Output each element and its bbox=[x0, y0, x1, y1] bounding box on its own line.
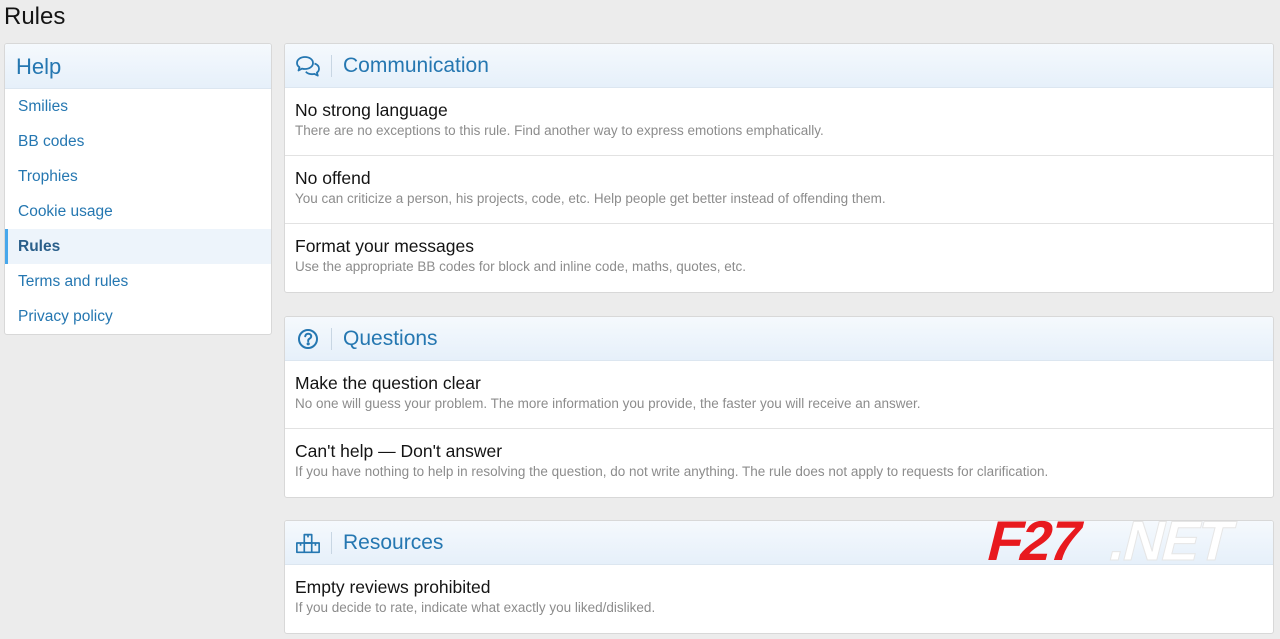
rule-title: No strong language bbox=[295, 100, 448, 120]
rule-description: You can criticize a person, his projects… bbox=[295, 191, 886, 206]
rule-item: Empty reviews prohibited If you decide t… bbox=[285, 565, 1273, 633]
boxes-icon bbox=[295, 530, 321, 556]
rule-item: Make the question clear No one will gues… bbox=[285, 361, 1273, 429]
rule-title: Empty reviews prohibited bbox=[295, 577, 491, 597]
rule-description: If you have nothing to help in resolving… bbox=[295, 464, 1049, 479]
rule-description: If you decide to rate, indicate what exa… bbox=[295, 600, 656, 615]
rule-item: Can't help — Don't answer If you have no… bbox=[285, 429, 1273, 497]
page-title: Rules bbox=[4, 3, 66, 30]
communication-section: Communication No strong language There a… bbox=[284, 43, 1274, 293]
sidebar-header[interactable]: Help bbox=[5, 44, 271, 89]
comments-icon bbox=[295, 53, 321, 79]
header-divider bbox=[331, 54, 332, 77]
section-header: Questions bbox=[285, 317, 1273, 361]
section-title: Resources bbox=[343, 530, 444, 554]
header-divider bbox=[331, 531, 332, 554]
rule-description: No one will guess your problem. The more… bbox=[295, 396, 921, 411]
svg-text:.NET: .NET bbox=[1103, 514, 1240, 566]
rule-item: Format your messages Use the appropriate… bbox=[285, 224, 1273, 292]
sidebar-item-rules[interactable]: Rules bbox=[5, 229, 271, 264]
svg-text:F27: F27 bbox=[981, 514, 1087, 566]
header-divider bbox=[331, 327, 332, 350]
sidebar-item-cookie-usage[interactable]: Cookie usage bbox=[5, 194, 271, 229]
rule-description: There are no exceptions to this rule. Fi… bbox=[295, 123, 824, 138]
rule-title: Make the question clear bbox=[295, 373, 481, 393]
rule-title: Format your messages bbox=[295, 236, 474, 256]
help-sidebar: Help Smilies BB codes Trophies Cookie us… bbox=[4, 43, 272, 335]
sidebar-item-smilies[interactable]: Smilies bbox=[5, 89, 271, 124]
question-circle-icon bbox=[295, 326, 321, 352]
rule-description: Use the appropriate BB codes for block a… bbox=[295, 259, 747, 274]
sidebar-item-privacy-policy[interactable]: Privacy policy bbox=[5, 299, 271, 334]
questions-section: Questions Make the question clear No one… bbox=[284, 316, 1274, 498]
rule-title: No offend bbox=[295, 168, 371, 188]
section-title: Communication bbox=[343, 53, 489, 77]
watermark-logo: F27 .NET bbox=[978, 510, 1278, 573]
sidebar-item-bb-codes[interactable]: BB codes bbox=[5, 124, 271, 159]
section-title: Questions bbox=[343, 326, 438, 350]
section-header: Communication bbox=[285, 44, 1273, 88]
rule-item: No strong language There are no exceptio… bbox=[285, 88, 1273, 156]
rule-item: No offend You can criticize a person, hi… bbox=[285, 156, 1273, 224]
sidebar-item-terms-and-rules[interactable]: Terms and rules bbox=[5, 264, 271, 299]
rule-title: Can't help — Don't answer bbox=[295, 441, 503, 461]
sidebar-item-trophies[interactable]: Trophies bbox=[5, 159, 271, 194]
